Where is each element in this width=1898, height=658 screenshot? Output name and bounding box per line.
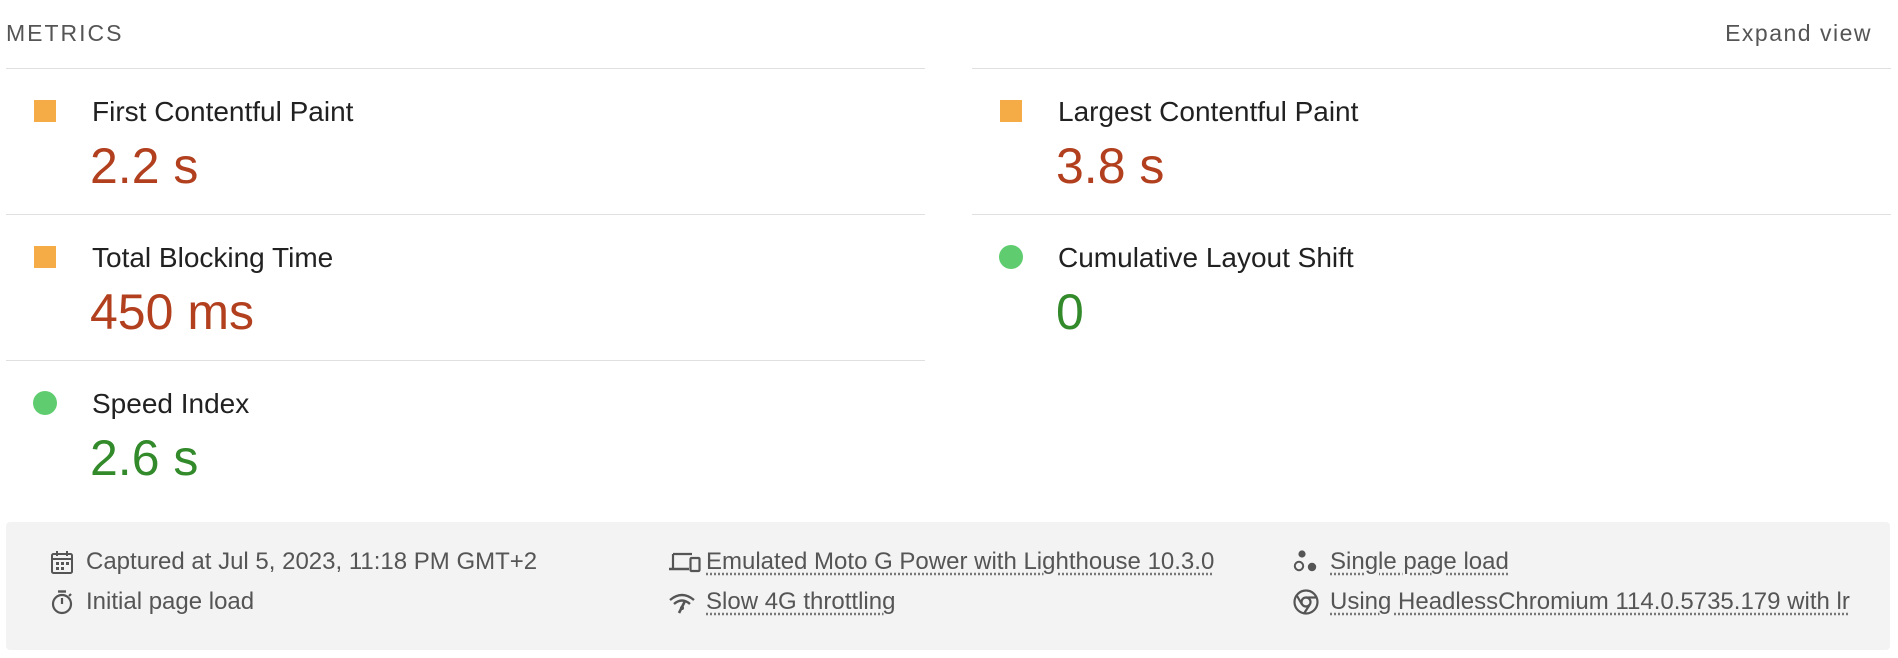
chrome-icon — [1292, 588, 1320, 616]
orange-square-icon — [34, 100, 56, 122]
expand-view-button[interactable]: Expand view — [1725, 20, 1872, 47]
calendar-icon — [48, 548, 76, 576]
metric-name: Speed Index — [92, 388, 250, 419]
metric-name: First Contentful Paint — [92, 96, 354, 127]
metric-name: Largest Contentful Paint — [1058, 96, 1359, 127]
throttling-link[interactable]: Slow 4G throttling — [706, 588, 895, 616]
stopwatch-icon — [48, 588, 76, 616]
browser-link[interactable]: Using HeadlessChromium 114.0.5735.179 wi… — [1330, 588, 1850, 616]
metric-speed-index: Speed Index 2.6 s — [6, 360, 925, 507]
browser-item: Using HeadlessChromium 114.0.5735.179 wi… — [1292, 586, 1862, 618]
initial-page-load-item: Initial page load — [48, 586, 608, 618]
metrics-panel: METRICS Expand view First Contentful Pai… — [0, 0, 1898, 658]
metric-first-contentful-paint: First Contentful Paint 2.2 s — [6, 68, 925, 215]
runtime-settings-footer: Captured at Jul 5, 2023, 11:18 PM GMT+2 … — [6, 522, 1890, 650]
network-throttling-icon — [668, 588, 696, 616]
metric-value: 0 — [1056, 284, 1084, 340]
single-page-load-icon — [1292, 548, 1320, 576]
captured-at-text: Captured at Jul 5, 2023, 11:18 PM GMT+2 — [86, 548, 538, 575]
metric-name: Total Blocking Time — [92, 242, 334, 273]
initial-page-load-text: Initial page load — [86, 588, 255, 615]
metric-cumulative-layout-shift: Cumulative Layout Shift 0 — [972, 214, 1891, 361]
metric-value: 450 ms — [90, 284, 254, 340]
green-circle-icon — [33, 391, 57, 415]
metric-value: 2.6 s — [90, 430, 199, 486]
metric-largest-contentful-paint: Largest Contentful Paint 3.8 s — [972, 68, 1891, 215]
emulated-device-link[interactable]: Emulated Moto G Power with Lighthouse 10… — [706, 548, 1214, 576]
emulated-device-item: Emulated Moto G Power with Lighthouse 10… — [668, 546, 1228, 578]
metric-total-blocking-time: Total Blocking Time 450 ms — [6, 214, 925, 361]
green-circle-icon — [999, 245, 1023, 269]
metric-value: 3.8 s — [1056, 138, 1165, 194]
single-page-load-item: Single page load — [1292, 546, 1852, 578]
metrics-title: METRICS — [6, 20, 124, 46]
metrics-header: METRICS Expand view — [6, 16, 1892, 52]
single-page-load-link[interactable]: Single page load — [1330, 548, 1509, 576]
devices-icon — [668, 548, 701, 576]
orange-square-icon — [1000, 100, 1022, 122]
orange-square-icon — [34, 246, 56, 268]
captured-at-item: Captured at Jul 5, 2023, 11:18 PM GMT+2 — [48, 546, 608, 578]
metric-name: Cumulative Layout Shift — [1058, 242, 1354, 273]
throttling-item: Slow 4G throttling — [668, 586, 1228, 618]
metric-value: 2.2 s — [90, 138, 199, 194]
